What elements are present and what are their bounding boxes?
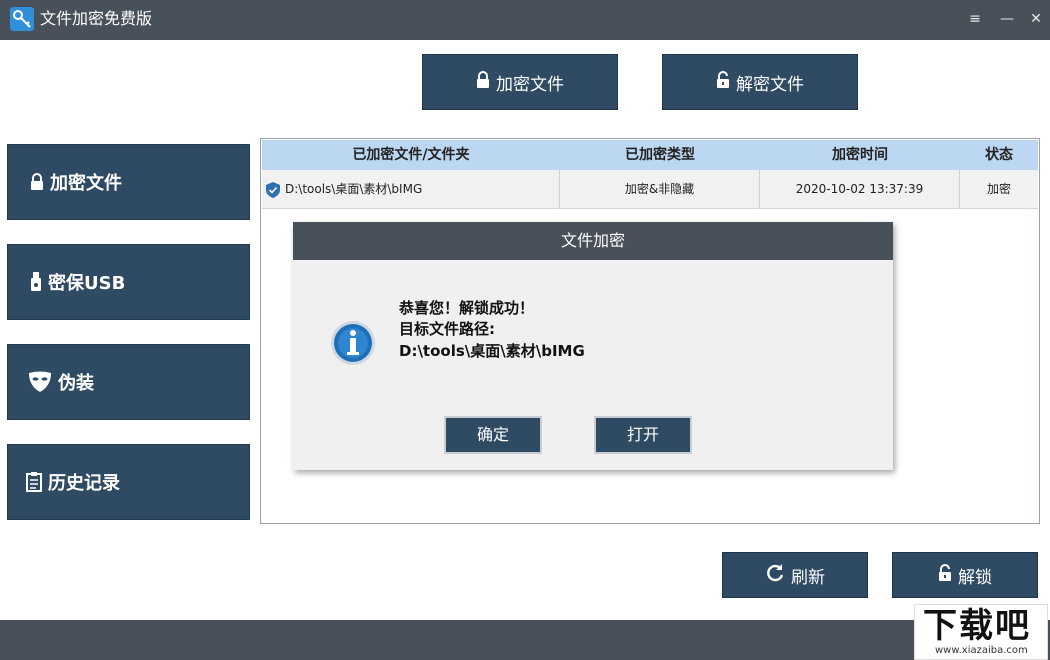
- unlock-label: 解锁: [958, 567, 992, 588]
- sidebar-item-label: 加密文件: [50, 173, 122, 194]
- decrypt-file-button[interactable]: 解密文件: [662, 54, 858, 110]
- info-icon: [330, 320, 376, 366]
- table-cell-path: D:\tools\桌面\素材\bIMG: [262, 170, 560, 209]
- open-button[interactable]: 打开: [594, 416, 692, 454]
- sidebar-item-label: 伪装: [58, 373, 94, 394]
- sidebar-item-usb[interactable]: 密保USB: [7, 244, 250, 320]
- encrypt-file-button[interactable]: 加密文件: [422, 54, 618, 110]
- close-button[interactable]: ✕: [1025, 8, 1047, 30]
- footer-bar: [0, 620, 1050, 660]
- refresh-label: 刷新: [791, 567, 825, 588]
- mask-icon: [28, 371, 52, 393]
- table-cell-type: 加密&非隐藏: [560, 170, 760, 209]
- table-header: 已加密文件/文件夹 已加密类型 加密时间 状态: [262, 140, 1038, 170]
- encrypt-file-label: 加密文件: [496, 74, 564, 95]
- sidebar-item-encrypt[interactable]: 加密文件: [7, 144, 250, 220]
- clipboard-icon: [26, 472, 42, 492]
- sidebar-item-history[interactable]: 历史记录: [7, 444, 250, 520]
- decrypt-file-label: 解密文件: [736, 74, 804, 95]
- dialog-message-line2: 目标文件路径:: [399, 320, 495, 338]
- sidebar-item-label: 密保USB: [48, 273, 126, 294]
- watermark-title: 下载吧: [923, 606, 1031, 646]
- unlock-icon: [716, 70, 730, 94]
- unlock-button[interactable]: 解锁: [892, 552, 1038, 598]
- refresh-button[interactable]: 刷新: [722, 552, 868, 598]
- lock-icon: [476, 70, 490, 94]
- unlock-icon: [938, 563, 952, 587]
- column-header-time[interactable]: 加密时间: [760, 140, 960, 170]
- dialog-title: 文件加密: [293, 222, 893, 260]
- table-cell-status: 加密: [986, 182, 1011, 196]
- usb-icon: [30, 272, 42, 292]
- column-header-file[interactable]: 已加密文件/文件夹: [262, 140, 560, 170]
- column-header-type[interactable]: 已加密类型: [560, 140, 760, 170]
- shield-check-icon: [266, 181, 280, 198]
- column-header-status[interactable]: 状态: [960, 140, 1038, 170]
- sidebar-item-disguise[interactable]: 伪装: [7, 344, 250, 420]
- table-row[interactable]: D:\tools\桌面\素材\bIMG 加密&非隐藏 2020-10-02 13…: [262, 170, 1038, 209]
- table-cell-time: 2020-10-02 13:37:39: [760, 170, 960, 209]
- unlock-success-dialog: 文件加密 恭喜您！解锁成功！ 目标文件路径: D:\tools\桌面\素材\bI…: [293, 222, 893, 470]
- minimize-button[interactable]: —: [996, 8, 1018, 30]
- sidebar-item-label: 历史记录: [48, 473, 120, 494]
- dialog-message-line1: 恭喜您！解锁成功！: [399, 299, 535, 317]
- key-app-icon: [10, 7, 34, 31]
- title-bar: 文件加密免费版 ≡ — ✕: [0, 0, 1050, 40]
- dialog-message-path: D:\tools\桌面\素材\bIMG: [399, 342, 585, 360]
- window-title: 文件加密免费版: [40, 9, 153, 28]
- watermark-url: www.xiazaiba.com: [935, 645, 1028, 656]
- menu-icon[interactable]: ≡: [964, 8, 986, 30]
- lock-icon: [30, 173, 44, 191]
- file-path-text: D:\tools\桌面\素材\bIMG: [285, 182, 423, 196]
- ok-button[interactable]: 确定: [444, 416, 542, 454]
- watermark-logo: 下载吧 www.xiazaiba.com: [914, 604, 1048, 660]
- refresh-icon: [765, 563, 785, 588]
